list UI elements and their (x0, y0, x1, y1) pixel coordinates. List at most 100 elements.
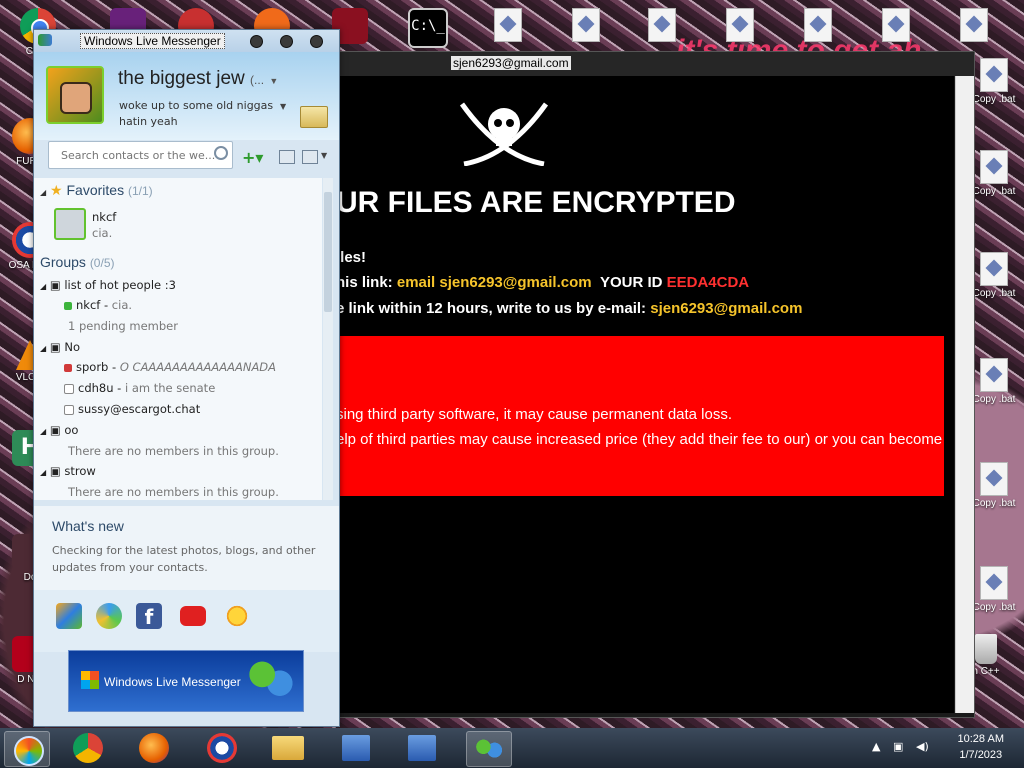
favorite-contact[interactable]: nkcf cia. (54, 208, 314, 244)
batch-file-icon (960, 8, 988, 42)
ransom-headline: UR FILES ARE ENCRYPTED (336, 186, 736, 219)
add-contact-icon[interactable]: +▾ (242, 148, 263, 167)
network-icon[interactable]: ▣ (893, 740, 903, 753)
favorites-header[interactable]: ◢ ★ Favorites (1/1) (40, 182, 153, 199)
whats-new-title: What's new (52, 518, 124, 534)
pending-members[interactable]: 1 pending member (68, 319, 178, 333)
display-name-text: the biggest jew (118, 68, 245, 89)
clock-date: 1/7/2023 (959, 749, 1003, 761)
list-item[interactable]: sussy@escargot.chat (64, 402, 200, 416)
collapse-icon[interactable]: ◢ (40, 282, 46, 291)
cmd-icon: C:\_ (408, 8, 448, 48)
facebook-icon[interactable]: f (136, 603, 162, 629)
messenger-buddies-icon (249, 659, 293, 703)
taskbar-installer-2[interactable] (400, 731, 444, 765)
groups-label: Groups (40, 254, 86, 270)
desktop-file[interactable] (480, 8, 536, 42)
ransom-line-3-prefix: e link within 12 hours, write to us by e… (336, 300, 647, 317)
contact-list[interactable]: ◢ ★ Favorites (1/1) nkcf cia. Groups (0/… (34, 178, 322, 500)
search-input[interactable] (59, 143, 223, 167)
desktop-file[interactable] (946, 8, 1002, 42)
youtube-icon[interactable] (180, 606, 206, 626)
messenger-ad-banner[interactable]: Windows Live Messenger (68, 650, 304, 712)
list-item[interactable]: cdh8u - i am the senate (64, 381, 215, 395)
sun-icon[interactable] (224, 603, 250, 629)
taskbar-obama[interactable] (200, 731, 244, 765)
ransom-titlebar[interactable]: sjen6293@gmail.com (328, 52, 974, 76)
contact-name: nkcf (76, 298, 101, 312)
clock-time: 10:28 AM (957, 733, 1004, 745)
display-name[interactable]: the biggest jew (... ▼ (118, 68, 278, 90)
group-hot-people[interactable]: ◢ ▣ list of hot people :3 (40, 278, 176, 292)
show-hidden-icons-button[interactable]: ▲ (872, 740, 880, 753)
ransom-warning-1: sing third party software, it may cause … (336, 406, 733, 423)
collapse-icon[interactable]: ◢ (40, 468, 46, 477)
chrome-icon (73, 733, 103, 763)
chevron-down-icon[interactable]: ▼ (321, 151, 327, 160)
display-name-suffix: (... (250, 73, 265, 87)
inbox-icon[interactable] (300, 106, 328, 128)
ransom-window[interactable]: sjen6293@gmail.com UR FILES ARE ENCRYPTE… (327, 51, 975, 718)
desktop-file[interactable] (558, 8, 614, 42)
messenger-window[interactable]: Windows Live Messenger the biggest jew (… (33, 29, 340, 727)
desktop-file[interactable] (712, 8, 768, 42)
start-orb-icon (14, 736, 44, 766)
ransom-window-title: sjen6293@gmail.com (451, 56, 571, 70)
system-clock[interactable]: 10:28 AM 1/7/2023 (958, 731, 1004, 763)
minimize-button[interactable] (250, 35, 263, 48)
online-status-icon (64, 301, 72, 310)
ransom-line-3: e link within 12 hours, write to us by e… (336, 300, 802, 317)
layout-icon[interactable] (279, 150, 295, 164)
groups-count: (0/5) (89, 256, 115, 270)
collapse-icon[interactable]: ◢ (40, 427, 46, 436)
collapse-icon[interactable]: ◢ (40, 188, 46, 197)
ransom-scrollbar[interactable] (955, 76, 974, 713)
group-strow[interactable]: ◢ ▣ strow (40, 464, 96, 478)
close-button[interactable] (310, 35, 323, 48)
group-no[interactable]: ◢ ▣ No (40, 340, 80, 354)
search-box[interactable] (48, 141, 233, 169)
desktop-file[interactable] (790, 8, 846, 42)
refresh-icon[interactable] (96, 603, 122, 629)
batch-file-icon (726, 8, 754, 42)
desktop-file[interactable] (868, 8, 924, 42)
taskbar-chrome[interactable] (66, 731, 110, 765)
batch-file-icon (980, 566, 1008, 600)
empty-group-text: There are no members in this group. (68, 485, 279, 499)
list-item[interactable]: nkcf - cia. (64, 298, 132, 312)
contact-name: sporb (76, 360, 109, 374)
offline-status-icon (64, 404, 74, 415)
options-icon[interactable] (302, 150, 318, 164)
taskbar: ▲ ▣ ◀) 10:28 AM 1/7/2023 (0, 728, 1024, 768)
desktop-icon-cmd[interactable]: C:\_ (400, 8, 456, 48)
contact-name: cdh8u (78, 381, 114, 395)
windows-live-butterfly-icon[interactable] (56, 603, 82, 629)
taskbar-installer-1[interactable] (334, 731, 378, 765)
groups-header[interactable]: Groups (0/5) (40, 254, 115, 270)
folder-icon (272, 736, 304, 760)
avatar[interactable] (46, 66, 104, 124)
start-button[interactable] (4, 731, 50, 767)
collapse-icon[interactable]: ◢ (40, 344, 46, 353)
list-item[interactable]: sporb - O CAAAAAAAAAAAAANADA (64, 360, 276, 374)
busy-status-icon (64, 363, 72, 372)
ransom-line-2-prefix: his link: (336, 274, 393, 291)
contact-list-scrollbar[interactable] (323, 178, 333, 500)
messenger-titlebar[interactable]: Windows Live Messenger (34, 30, 339, 52)
search-icon[interactable] (214, 146, 228, 160)
maximize-button[interactable] (280, 35, 293, 48)
taskbar-messenger[interactable] (466, 731, 512, 767)
firefox-icon (139, 733, 169, 763)
chevron-down-icon[interactable]: ▼ (269, 76, 278, 86)
taskbar-firefox[interactable] (132, 731, 176, 765)
empty-group-text: There are no members in this group. (68, 444, 279, 458)
volume-icon[interactable]: ◀) (916, 740, 929, 753)
scrollbar-thumb[interactable] (324, 192, 332, 312)
personal-message[interactable]: woke up to some old niggas hatin yeah (119, 98, 279, 130)
chevron-down-icon[interactable]: ▼ (280, 102, 286, 111)
messenger-app-icon (38, 34, 52, 46)
group-name: list of hot people :3 (64, 278, 176, 292)
desktop-file[interactable] (634, 8, 690, 42)
taskbar-explorer[interactable] (266, 731, 310, 765)
group-oo[interactable]: ◢ ▣ oo (40, 423, 78, 437)
